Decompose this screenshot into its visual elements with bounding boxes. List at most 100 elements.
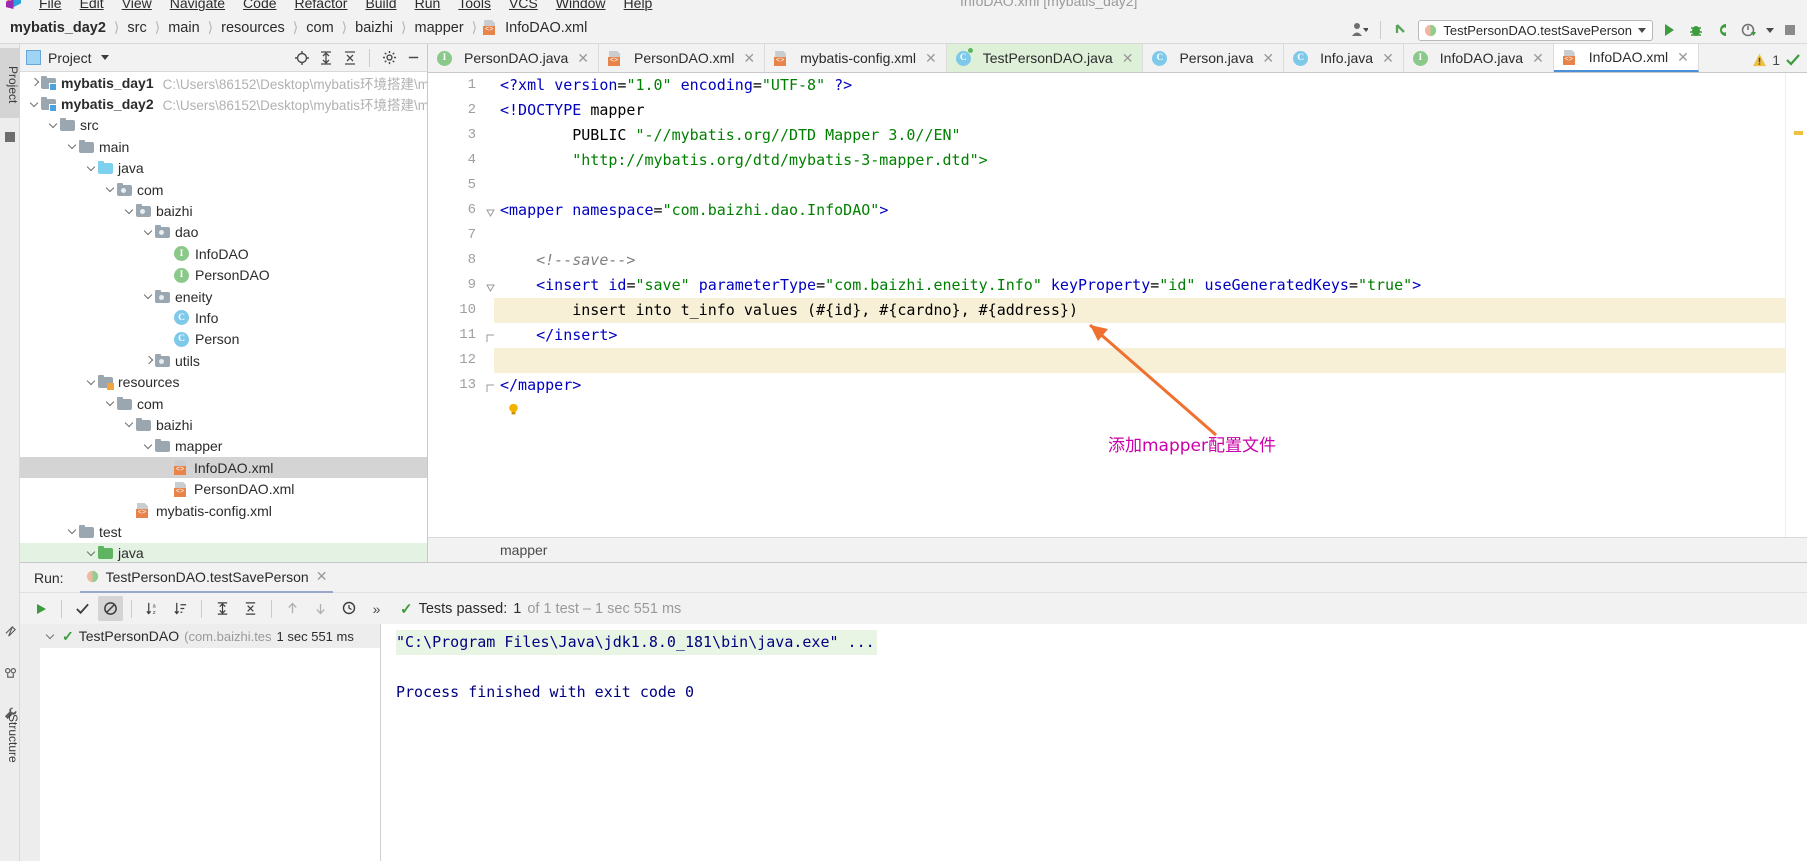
close-icon[interactable]: ✕ [1532,50,1544,67]
tree-node-persondao[interactable]: I PersonDAO [20,265,427,286]
menu-item-view[interactable]: View [113,0,161,13]
menu-item-build[interactable]: Build [356,0,405,13]
tool-tab-project[interactable]: Project [0,48,20,118]
history-icon[interactable] [336,596,361,621]
tree-node-baizhi[interactable]: baizhi [20,200,427,221]
chevron-down-icon[interactable] [104,397,117,410]
sort-alphabetically-icon[interactable]: az [140,596,165,621]
code-line[interactable]: </mapper> [500,373,581,398]
git-icon[interactable] [3,624,18,639]
close-icon[interactable]: ✕ [925,50,937,67]
chevron-down-icon[interactable] [44,630,57,643]
project-tree[interactable]: mybatis_day1 C:\Users\86152\Desktop\mybat… [20,72,427,562]
show-passed-icon[interactable] [70,596,95,621]
code-line[interactable]: <!--save--> [500,248,635,273]
tree-node-java[interactable]: java [20,158,427,179]
editor-tab-bar[interactable]: IPersonDAO.java✕PersonDAO.xml✕mybatis-co… [428,44,1807,73]
code-editor[interactable]: 1 2 3 4 5 6 7 8 9 10 11 12 13 <?xml version="1.0" en… [428,73,1807,537]
chevron-down-icon[interactable] [142,440,155,453]
hide-ignored-icon[interactable] [98,596,123,621]
tree-node-com[interactable]: com [20,393,427,414]
code-line[interactable]: <insert id="save" parameterType="com.bai… [500,273,1421,298]
editor-tab-testpersondao-java[interactable]: C TestPersonDAO.java ✕ [946,44,1144,72]
editor-gutter[interactable]: 1 2 3 4 5 6 7 8 9 10 11 12 13 [428,73,495,537]
build-icon[interactable] [3,666,18,681]
tree-node-main[interactable]: main [20,136,427,157]
code-line[interactable]: </insert> [500,323,617,348]
editor-tab-infodao-xml[interactable]: InfoDAO.xml ✕ [1553,44,1699,72]
profiler-icon[interactable] [1739,19,1761,41]
chevron-down-icon[interactable] [104,183,117,196]
collapse-all-icon[interactable] [340,48,360,68]
menu-item-tools[interactable]: Tools [449,0,500,13]
editor-tab-persondao-xml[interactable]: PersonDAO.xml ✕ [599,44,766,72]
tree-node-mybatis-config-xml[interactable]: mybatis-config.xml [20,500,427,521]
chevron-down-icon[interactable] [123,418,136,431]
close-icon[interactable]: ✕ [316,568,328,585]
stop-square-icon[interactable] [1779,19,1801,41]
editor-right-gutter[interactable] [1785,73,1807,537]
editor-tab-mybatis-config-xml[interactable]: mybatis-config.xml ✕ [765,44,947,72]
menu-item-run[interactable]: Run [406,0,450,13]
locate-icon[interactable] [292,48,312,68]
chevron-down-icon[interactable] [142,226,155,239]
rerun-icon[interactable] [28,596,53,621]
chevron-down-icon[interactable] [28,98,41,111]
chevron-down-icon[interactable] [85,376,98,389]
tree-node-mybatis-day1[interactable]: mybatis_day1 C:\Users\86152\Desktop\mybat… [20,72,427,93]
collapse-all-icon[interactable] [238,596,263,621]
code-line[interactable]: PUBLIC "-//mybatis.org//DTD Mapper 3.0//… [500,123,960,148]
close-icon[interactable]: ✕ [1262,50,1274,67]
breadcrumb-item-mapper[interactable]: mapper [412,20,465,36]
menu-item-edit[interactable]: Edit [71,0,113,13]
breadcrumb-item-com[interactable]: com [304,20,335,36]
close-icon[interactable]: ✕ [1122,50,1134,67]
intention-bulb-icon[interactable] [508,403,519,415]
tree-node-infodao[interactable]: I InfoDAO [20,243,427,264]
test-tree-row[interactable]: ✓ TestPersonDAO (com.baizhi.tes 1 sec 55… [40,624,380,648]
breadcrumb-item-file[interactable]: InfoDAO.xml [503,20,589,36]
previous-failed-icon[interactable] [280,596,305,621]
chevron-down-icon[interactable] [100,55,109,60]
editor-tab-person-java[interactable]: C Person.java ✕ [1143,44,1285,72]
editor-tab-infodao-java[interactable]: I InfoDAO.java ✕ [1404,44,1554,72]
tree-node-person[interactable]: C Person [20,329,427,350]
tree-node-test[interactable]: test [20,521,427,542]
breadcrumb-item-baizhi[interactable]: baizhi [353,20,395,36]
code-line[interactable]: insert into t_info values (#{id}, #{card… [500,298,1078,323]
tree-node-dao[interactable]: dao [20,222,427,243]
menu-item-refactor[interactable]: Refactor [286,0,357,13]
run-tab[interactable]: TestPersonDAO.testSavePerson ✕ [79,563,334,593]
menu-item-window[interactable]: Window [547,0,615,13]
menu-item-file[interactable]: File [30,0,71,13]
tree-node-mapper[interactable]: mapper [20,436,427,457]
tree-node-utils[interactable]: utils [20,350,427,371]
tree-node-eneity[interactable]: eneity [20,286,427,307]
chevron-right-icon[interactable] [28,76,41,89]
chevron-down-icon[interactable] [47,119,60,132]
tree-node-java[interactable]: java [20,542,427,562]
menu-item-navigate[interactable]: Navigate [161,0,234,13]
settings-gear-icon[interactable] [379,48,399,68]
run-console-output[interactable]: "C:\Program Files\Java\jdk1.8.0_181\bin\… [382,624,1807,861]
editor-code-area[interactable]: <?xml version="1.0" encoding="UTF-8" ?> <… [494,73,1785,537]
chevron-down-icon[interactable] [1766,27,1774,33]
chevron-down-icon[interactable] [85,162,98,175]
code-line[interactable]: <?xml version="1.0" encoding="UTF-8" ?> [500,73,852,98]
code-line[interactable] [500,348,509,373]
close-icon[interactable]: ✕ [577,50,589,67]
run-with-coverage-icon[interactable] [1712,19,1734,41]
tool-tab-structure[interactable]: Structure [0,698,20,778]
close-icon[interactable]: ✕ [743,50,755,67]
user-profile-icon[interactable] [1348,19,1370,41]
menu-item-code[interactable]: Code [234,0,285,13]
tree-node-com[interactable]: com [20,179,427,200]
close-icon[interactable]: ✕ [1382,50,1394,67]
breadcrumb-item-main[interactable]: main [166,20,201,36]
gutter-warning-mark[interactable] [1794,131,1803,135]
chevron-down-icon[interactable] [66,140,79,153]
breadcrumb-item-src[interactable]: src [125,20,148,36]
run-play-icon[interactable] [1658,19,1680,41]
editor-tab-info-java[interactable]: C Info.java ✕ [1284,44,1404,72]
inspection-widget[interactable]: 1 [1752,52,1801,68]
